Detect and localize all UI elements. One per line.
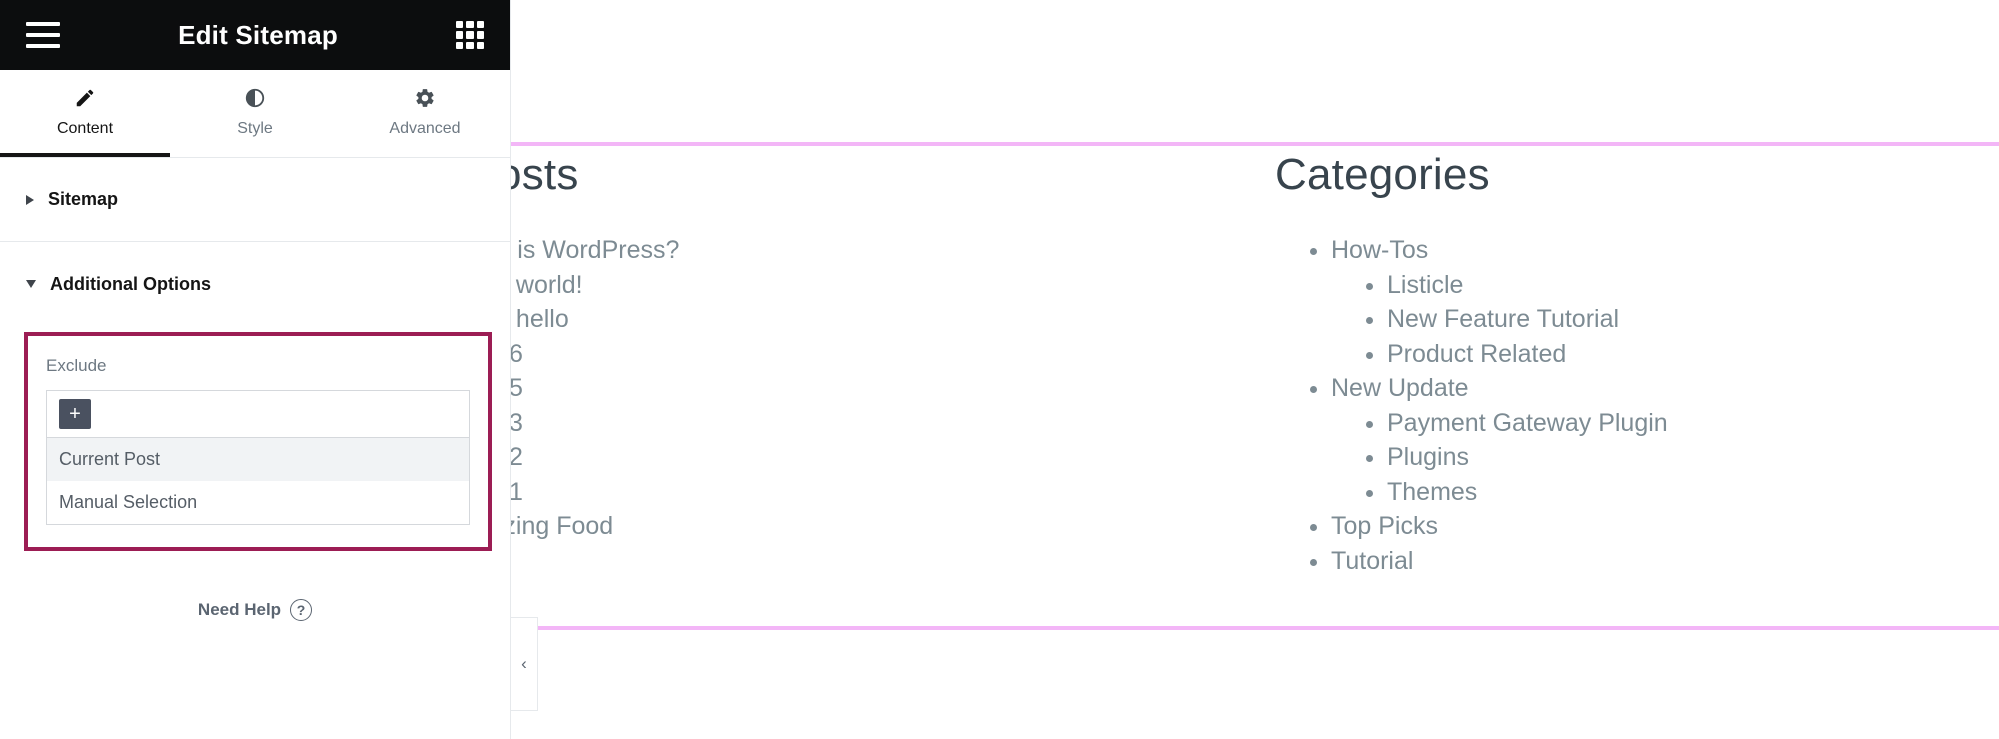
list-item: How-Tos Listicle New Feature Tutorial Pr… bbox=[1331, 236, 1844, 369]
gear-icon bbox=[414, 85, 436, 111]
section-additional-options-label: Additional Options bbox=[50, 273, 211, 294]
category-link[interactable]: New Update bbox=[1331, 374, 1469, 402]
list-item: Plugins bbox=[1387, 443, 1844, 473]
list-item: New Feature Tutorial bbox=[1387, 305, 1844, 335]
tab-style-label: Style bbox=[237, 120, 273, 137]
pencil-icon bbox=[74, 85, 96, 111]
subcategory-list: Listicle New Feature Tutorial Product Re… bbox=[1331, 271, 1844, 370]
sitemap-column-categories: Categories How-Tos Listicle New Feature … bbox=[1140, 150, 1884, 581]
panel-collapse-handle[interactable]: ‹ bbox=[511, 617, 538, 711]
dropdown-option-manual-selection[interactable]: Manual Selection bbox=[47, 481, 469, 524]
panel-tabs: Content Style Advanced bbox=[0, 70, 510, 158]
list-item: Themes bbox=[1387, 478, 1844, 508]
list-item: Blog 5 bbox=[452, 374, 1100, 404]
subcategory-link[interactable]: New Feature Tutorial bbox=[1387, 305, 1619, 333]
exclude-label: Exclude bbox=[46, 356, 107, 375]
exclude-dropdown: Current Post Manual Selection bbox=[46, 438, 470, 526]
column-title-categories: Categories bbox=[1275, 150, 1490, 199]
list-item: Blog 2 bbox=[452, 443, 1100, 473]
list-item: New Update Payment Gateway Plugin Plugin… bbox=[1331, 374, 1844, 507]
question-circle-icon: ? bbox=[290, 599, 313, 622]
hamburger-icon[interactable] bbox=[26, 22, 60, 48]
subcategory-link[interactable]: Payment Gateway Plugin bbox=[1387, 409, 1668, 437]
category-link[interactable]: Top Picks bbox=[1331, 512, 1438, 540]
tab-advanced[interactable]: Advanced bbox=[340, 70, 510, 157]
list-item: Blog 6 bbox=[452, 340, 1100, 370]
chevron-left-icon: ‹ bbox=[521, 654, 527, 673]
section-additional-options[interactable]: Additional Options bbox=[0, 242, 510, 326]
subcategory-link[interactable]: Listicle bbox=[1387, 271, 1463, 299]
add-exclude-button[interactable]: + bbox=[59, 399, 91, 429]
section-sitemap[interactable]: Sitemap bbox=[0, 158, 510, 242]
page-title: Edit Sitemap bbox=[178, 19, 338, 50]
sitemap-columns: My Posts What is WordPress? Hello world!… bbox=[396, 150, 1999, 581]
section-sitemap-label: Sitemap bbox=[48, 189, 119, 209]
exclude-control-highlight: Exclude + Current Post Manual Selection bbox=[24, 332, 492, 552]
editor-panel: Edit Sitemap Content Style Advanced Site… bbox=[0, 0, 511, 739]
tab-content[interactable]: Content bbox=[0, 70, 170, 157]
category-link[interactable]: How-Tos bbox=[1331, 236, 1428, 264]
tab-advanced-label: Advanced bbox=[389, 120, 461, 137]
category-link[interactable]: Tutorial bbox=[1331, 547, 1413, 575]
app-screen: Edit Sitemap Content Style Advanced Site… bbox=[0, 0, 1999, 739]
panel-header: Edit Sitemap bbox=[0, 0, 510, 70]
list-item: Payment Gateway Plugin bbox=[1387, 409, 1844, 439]
exclude-select[interactable]: + bbox=[46, 390, 470, 438]
section-divider-top bbox=[511, 142, 1999, 146]
list-item: What is WordPress? bbox=[452, 236, 1100, 266]
dropdown-option-current-post[interactable]: Current Post bbox=[47, 438, 469, 482]
list-item: Tutorial bbox=[1331, 547, 1844, 577]
chevron-right-icon bbox=[26, 194, 34, 205]
list-item: Hello hello bbox=[452, 305, 1100, 335]
list-item: Top Picks bbox=[1331, 512, 1844, 542]
list-item: Listicle bbox=[1387, 271, 1844, 301]
list-item: Hello world! bbox=[452, 271, 1100, 301]
subcategory-list: Payment Gateway Plugin Plugins Themes bbox=[1331, 409, 1844, 508]
subcategory-link[interactable]: Themes bbox=[1387, 478, 1477, 506]
need-help-label: Need Help bbox=[197, 600, 282, 620]
categories-list: How-Tos Listicle New Feature Tutorial Pr… bbox=[1275, 236, 1844, 576]
subcategory-link[interactable]: Product Related bbox=[1387, 340, 1566, 368]
tab-content-label: Content bbox=[56, 120, 114, 137]
section-divider-bottom bbox=[511, 626, 1999, 630]
contrast-icon bbox=[244, 85, 266, 111]
preview-canvas: My Posts What is WordPress? Hello world!… bbox=[396, 0, 1999, 739]
list-item: Blog 3 bbox=[452, 409, 1100, 439]
chevron-down-icon bbox=[26, 280, 36, 288]
tab-style[interactable]: Style bbox=[170, 70, 340, 157]
grid-apps-icon[interactable] bbox=[456, 21, 484, 49]
list-item: Amazing Food bbox=[452, 512, 1100, 542]
list-item: Blog 1 bbox=[452, 478, 1100, 508]
need-help-link[interactable]: Need Help ? bbox=[0, 599, 510, 622]
list-item: Product Related bbox=[1387, 340, 1844, 370]
subcategory-link[interactable]: Plugins bbox=[1387, 443, 1469, 471]
